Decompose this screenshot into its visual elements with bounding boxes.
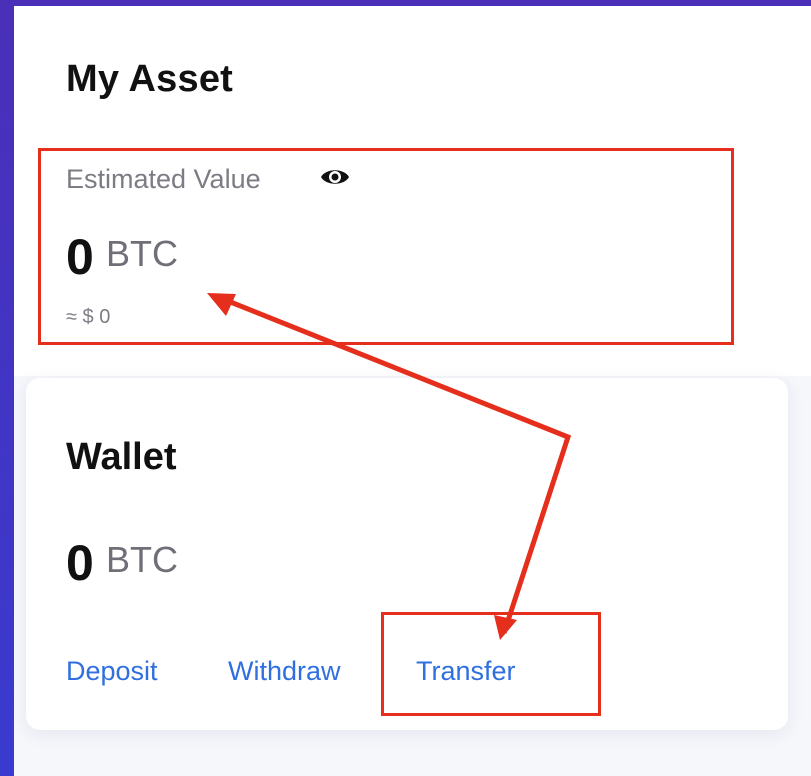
my-asset-section: My Asset Estimated Value 0 BTC ≈ $ 0 — [14, 6, 811, 376]
asset-panel: My Asset Estimated Value 0 BTC ≈ $ 0 Wal… — [14, 6, 811, 776]
deposit-link[interactable]: Deposit — [66, 656, 158, 687]
estimated-amount: 0 — [66, 229, 94, 285]
transfer-link[interactable]: Transfer — [416, 656, 516, 687]
wallet-unit: BTC — [106, 539, 178, 580]
estimated-unit: BTC — [106, 233, 178, 274]
fiat-equivalent: ≈ $ 0 — [66, 306, 111, 328]
wallet-amount: 0 — [66, 535, 94, 591]
eye-icon[interactable] — [320, 166, 350, 188]
estimated-value-label: Estimated Value — [66, 164, 261, 194]
wallet-card: Wallet 0 BTC Deposit Withdraw Transfer — [26, 378, 788, 730]
page-title: My Asset — [66, 58, 234, 100]
wallet-title: Wallet — [66, 436, 177, 478]
withdraw-link[interactable]: Withdraw — [228, 656, 341, 687]
